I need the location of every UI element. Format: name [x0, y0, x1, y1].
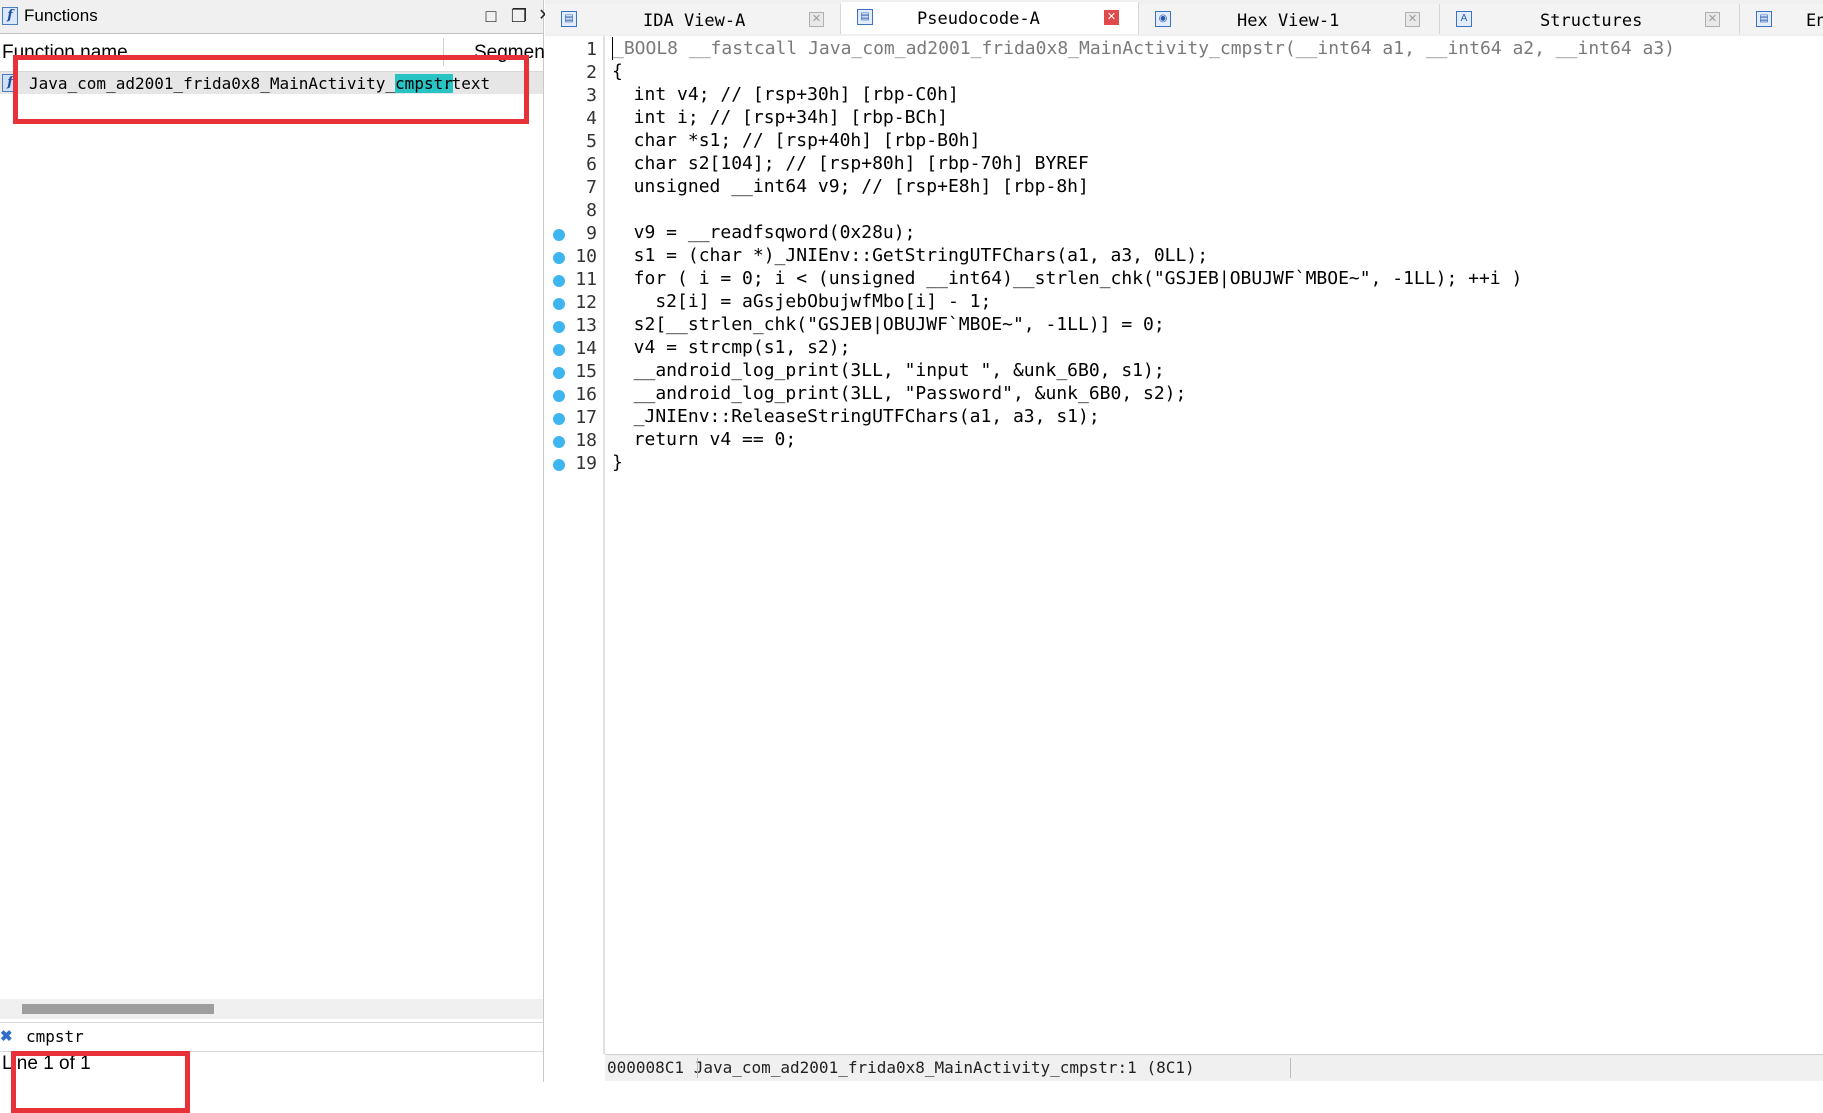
- line-number: 8: [586, 200, 597, 221]
- hex-icon: ◉: [1155, 11, 1171, 27]
- status-bar: 000008C1 Java_com_ad2001_frida0x8_MainAc…: [605, 1054, 1823, 1081]
- quick-filter-bar: ✖: [0, 1022, 543, 1052]
- breakpoint-dot-icon[interactable]: [553, 252, 565, 264]
- function-icon: f: [2, 7, 18, 25]
- tab-close-icon[interactable]: ✕: [1405, 12, 1420, 27]
- code-line[interactable]: unsigned __int64 v9; // [rsp+E8h] [rbp-8…: [612, 175, 1089, 198]
- tab-enums[interactable]: ▤ En: [1740, 4, 1823, 34]
- code-line[interactable]: v4 = strcmp(s1, s2);: [612, 336, 851, 359]
- breakpoint-dot-icon[interactable]: [553, 459, 565, 471]
- functions-title: Functions: [24, 6, 98, 25]
- annotation-box-filter: [11, 1051, 190, 1113]
- code-line[interactable]: s1 = (char *)_JNIEnv::GetStringUTFChars(…: [612, 244, 1208, 267]
- tab-label: En: [1806, 11, 1823, 31]
- maximize-icon[interactable]: □: [480, 6, 502, 26]
- enums-icon: ▤: [1756, 11, 1772, 27]
- tab-label: Hex View-1: [1237, 11, 1340, 31]
- code-line[interactable]: int i; // [rsp+34h] [rbp-BCh]: [612, 106, 948, 129]
- code-line[interactable]: s2[i] = aGsjebObujwfMbo[i] - 1;: [612, 290, 991, 313]
- tab-label: Structures: [1540, 11, 1643, 31]
- code-line[interactable]: int v4; // [rsp+30h] [rbp-C0h]: [612, 83, 959, 106]
- code-line[interactable]: for ( i = 0; i < (unsigned __int64)__str…: [612, 267, 1523, 290]
- status-separator: [1290, 1058, 1291, 1078]
- tab-close-icon[interactable]: ✕: [1705, 12, 1720, 27]
- tab-hex-view-1[interactable]: ◉ Hex View-1 ✕: [1139, 4, 1440, 34]
- status-location: 000008C1 Java_com_ad2001_frida0x8_MainAc…: [607, 1058, 1195, 1077]
- code-line[interactable]: _JNIEnv::ReleaseStringUTFChars(a1, a3, s…: [612, 405, 1100, 428]
- breakpoint-dot-icon[interactable]: [553, 390, 565, 402]
- breakpoint-dot-icon[interactable]: [553, 321, 565, 333]
- line-number: 3: [586, 85, 597, 106]
- code-line[interactable]: {: [612, 60, 623, 83]
- code-line[interactable]: v9 = __readfsqword(0x28u);: [612, 221, 916, 244]
- close-filter-icon[interactable]: ✖: [0, 1027, 13, 1045]
- structures-icon: A: [1456, 11, 1472, 27]
- code-line[interactable]: _BOOL8 __fastcall Java_com_ad2001_frida0…: [612, 37, 1675, 60]
- line-number: 4: [586, 108, 597, 129]
- tab-label: Pseudocode-A: [917, 9, 1040, 29]
- pseudocode-icon: ▤: [857, 9, 873, 25]
- line-number: 5: [586, 131, 597, 152]
- code-line[interactable]: char *s1; // [rsp+40h] [rbp-B0h]: [612, 129, 981, 152]
- filter-input[interactable]: [26, 1026, 526, 1046]
- code-line[interactable]: char s2[104]; // [rsp+80h] [rbp-70h] BYR…: [612, 152, 1089, 175]
- tab-close-icon[interactable]: ✕: [1104, 10, 1119, 25]
- line-number: 7: [586, 177, 597, 198]
- graph-icon: ▤: [561, 11, 577, 27]
- breakpoint-dot-icon[interactable]: [553, 344, 565, 356]
- functions-panel: f Functions □ ❐ ✕ Function name Segment …: [0, 0, 552, 1082]
- tab-label: IDA View-A: [643, 11, 746, 31]
- scrollbar-thumb[interactable]: [22, 1004, 214, 1014]
- code-line[interactable]: }: [612, 451, 623, 474]
- status-address: 000008C1: [607, 1058, 685, 1077]
- breakpoint-dot-icon[interactable]: [553, 298, 565, 310]
- code-line[interactable]: s2[__strlen_chk("GSJEB|OBUJWF`MBOE~", -1…: [612, 313, 1165, 336]
- tab-structures[interactable]: A Structures ✕: [1440, 4, 1740, 34]
- code-line[interactable]: return v4 == 0;: [612, 428, 797, 451]
- code-line[interactable]: __android_log_print(3LL, "Password", &un…: [612, 382, 1187, 405]
- line-number: 6: [586, 154, 597, 175]
- status-function-location: Java_com_ad2001_frida0x8_MainActivity_cm…: [693, 1058, 1195, 1077]
- breakpoint-dot-icon[interactable]: [553, 367, 565, 379]
- tab-pseudocode-a[interactable]: ▤ Pseudocode-A ✕: [841, 2, 1139, 34]
- breakpoint-dot-icon[interactable]: [553, 275, 565, 287]
- line-number: 2: [586, 62, 597, 83]
- breakpoint-dot-icon[interactable]: [553, 436, 565, 448]
- tab-bar: ▤ IDA View-A ✕ ▤ Pseudocode-A ✕ ◉ Hex Vi…: [545, 0, 1823, 37]
- code-line[interactable]: __android_log_print(3LL, "input ", &unk_…: [612, 359, 1165, 382]
- tab-ida-view-a[interactable]: ▤ IDA View-A ✕: [545, 4, 841, 34]
- status-separator: [697, 1058, 698, 1078]
- restore-icon[interactable]: ❐: [508, 6, 530, 26]
- annotation-box-function: [13, 55, 529, 124]
- functions-title-bar: f Functions □ ❐ ✕: [0, 0, 552, 34]
- breakpoint-dot-icon[interactable]: [553, 229, 565, 241]
- breakpoint-dot-icon[interactable]: [553, 413, 565, 425]
- line-number: 1: [586, 39, 597, 60]
- tab-close-icon[interactable]: ✕: [809, 12, 824, 27]
